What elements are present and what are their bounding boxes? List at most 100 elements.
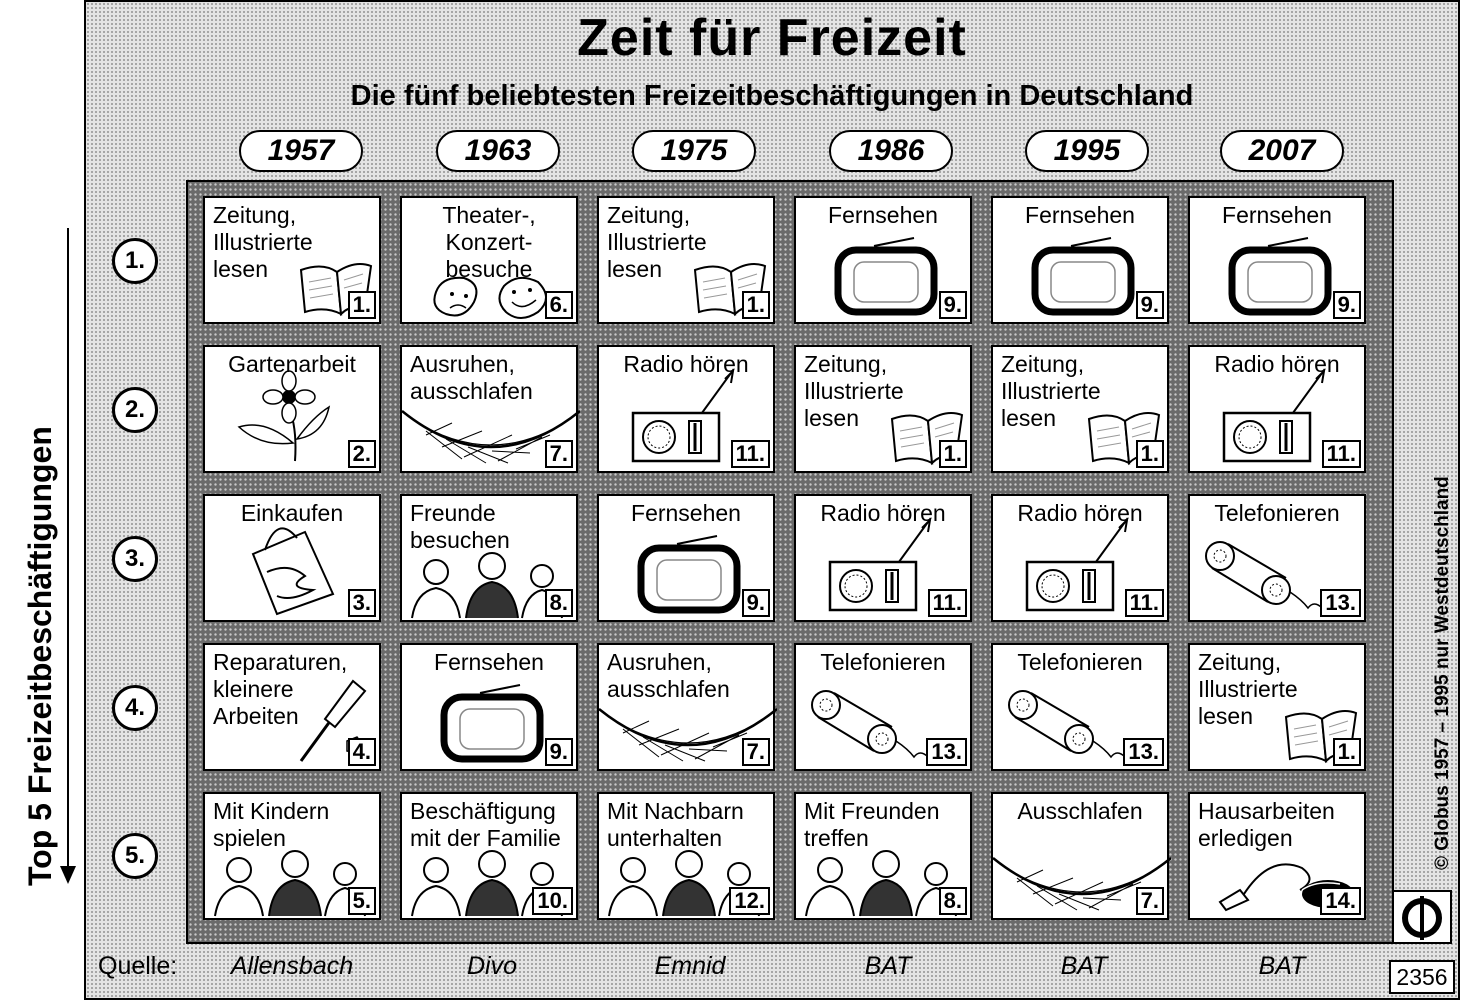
source-name: BAT (1258, 952, 1306, 980)
historic-rank-badge: 13. (1123, 738, 1164, 766)
historic-rank-badge: 1. (1332, 738, 1361, 766)
historic-rank-badge: 7. (1135, 887, 1164, 915)
row-rank-3: 3. (112, 536, 158, 582)
year-label-1957: 1957 (239, 130, 363, 172)
activity-cell: Mit Kindern spielen 5. (203, 792, 381, 920)
source-name: Allensbach (230, 952, 354, 980)
activity-label: Ausschlafen (1017, 798, 1143, 824)
historic-rank-badge: 6. (544, 291, 573, 319)
activity-cell: Einkaufen 3. (203, 494, 381, 622)
activity-cell: Gartenarbeit 2. (203, 345, 381, 473)
activity-cell: Fernsehen 9. (794, 196, 972, 324)
page-title: Zeit für Freizeit (577, 9, 967, 67)
activity-label: Einkaufen (240, 500, 344, 526)
activity-label: Mit Nachbarn unterhalten (607, 798, 744, 851)
activity-cell: Radio hören 11. (597, 345, 775, 473)
activity-cell: Mit Nachbarn unterhalten 12. (597, 792, 775, 920)
activity-label: Ausruhen, ausschlafen (410, 351, 533, 404)
activity-cell: Zeitung, Illustrierte lesen 1. (794, 345, 972, 473)
activity-label: Reparaturen, kleinere Arbeiten (213, 649, 348, 729)
activity-cell: Ausruhen, ausschlafen 7. (597, 643, 777, 771)
source-name: Divo (466, 952, 517, 980)
historic-rank-badge: 1. (741, 291, 770, 319)
row-rank-1: 1. (112, 238, 158, 284)
activity-cell: Zeitung, Illustrierte lesen 1. (1188, 643, 1366, 771)
activity-label: Fernsehen (1025, 202, 1135, 228)
activity-label: Zeitung, Illustrierte lesen (1001, 351, 1101, 431)
historic-rank-badge: 13. (926, 738, 967, 766)
row-rank-2: 2. (112, 387, 158, 433)
activity-label: Radio hören (623, 351, 749, 377)
side-arrow-line (67, 228, 69, 868)
historic-rank-badge: 11. (1124, 589, 1164, 617)
historic-rank-badge: 4. (347, 738, 376, 766)
historic-rank-badge: 9. (741, 589, 770, 617)
historic-rank-badge: 13. (1320, 589, 1361, 617)
activity-label: Hausarbeiten erledigen (1198, 798, 1335, 851)
historic-rank-badge: 1. (1135, 440, 1164, 468)
activity-cell: Hausarbeiten erledigen 14. (1188, 792, 1366, 920)
activity-label: Beschäftigung mit der Familie (410, 798, 561, 851)
activity-label: Fernsehen (631, 500, 741, 526)
activity-cell: Ausruhen, ausschlafen 7. (400, 345, 580, 473)
year-label-1986: 1986 (829, 130, 953, 172)
historic-rank-badge: 9. (1135, 291, 1164, 319)
historic-rank-badge: 1. (347, 291, 376, 319)
historic-rank-badge: 8. (938, 887, 967, 915)
activity-cell: Telefonieren 13. (1188, 494, 1366, 622)
activity-cell: Theater-, Konzert- besuche 6. (400, 196, 578, 324)
source-name: BAT (1060, 952, 1108, 980)
historic-rank-badge: 10. (532, 887, 573, 915)
historic-rank-badge: 12. (729, 887, 770, 915)
activity-label: Mit Kindern spielen (213, 798, 330, 851)
activity-cell: Reparaturen, kleinere Arbeiten 4. (203, 643, 381, 771)
activity-label: Zeitung, Illustrierte lesen (607, 202, 707, 282)
activity-label: Fernsehen (434, 649, 544, 675)
source-name: BAT (864, 952, 912, 980)
historic-rank-badge: 11. (730, 440, 770, 468)
activity-label: Zeitung, Illustrierte lesen (213, 202, 313, 282)
historic-rank-badge: 9. (938, 291, 967, 319)
activity-cell: Fernsehen 9. (991, 196, 1169, 324)
activity-label: Radio hören (1017, 500, 1143, 526)
activity-label: Mit Freunden treffen (804, 798, 940, 851)
source-label: Quelle: (98, 952, 178, 980)
activity-label: Zeitung, Illustrierte lesen (1198, 649, 1298, 729)
side-axis-label: Top 5 Freizeitbeschäftigungen (22, 426, 58, 886)
activity-label: Zeitung, Illustrierte lesen (804, 351, 904, 431)
activity-label: Freunde besuchen (410, 500, 510, 553)
activity-cell: Telefonieren 13. (991, 643, 1169, 771)
activity-cell: Fernsehen 9. (1188, 196, 1366, 324)
down-arrow-icon (60, 866, 76, 884)
historic-rank-badge: 5. (347, 887, 376, 915)
activity-label: Telefonieren (1214, 500, 1340, 526)
activity-label: Fernsehen (828, 202, 938, 228)
logo-number: 2356 (1389, 960, 1455, 994)
historic-rank-badge: 2. (347, 440, 376, 468)
activity-label: Telefonieren (1017, 649, 1143, 675)
activity-cell: Freunde besuchen 8. (400, 494, 578, 622)
historic-rank-badge: 7. (741, 738, 770, 766)
activity-cell: Fernsehen 9. (400, 643, 578, 771)
activity-cell: Radio hören 11. (794, 494, 972, 622)
activity-label: Gartenarbeit (228, 351, 356, 377)
activity-label: Radio hören (1214, 351, 1340, 377)
activity-cell: Telefonieren 13. (794, 643, 972, 771)
activity-label: Theater-, Konzert- besuche (442, 202, 536, 282)
activity-label: Ausruhen, ausschlafen (607, 649, 730, 702)
row-rank-4: 4. (112, 685, 158, 731)
page-subtitle: Die fünf beliebtesten Freizeitbeschäftig… (350, 80, 1194, 112)
activity-cell: Ausschlafen 7. (991, 792, 1171, 920)
historic-rank-badge: 3. (347, 589, 376, 617)
historic-rank-badge: 11. (927, 589, 967, 617)
year-label-1995: 1995 (1025, 130, 1149, 172)
activity-label: Radio hören (820, 500, 946, 526)
activity-cell: Radio hören 11. (991, 494, 1169, 622)
historic-rank-badge: 14. (1320, 887, 1361, 915)
activity-cell: Fernsehen 9. (597, 494, 775, 622)
activity-cell: Zeitung, Illustrierte lesen 1. (597, 196, 775, 324)
activity-cell: Radio hören 11. (1188, 345, 1366, 473)
year-label-1975: 1975 (632, 130, 756, 172)
historic-rank-badge: 11. (1321, 440, 1361, 468)
globus-logo-icon (1392, 890, 1452, 944)
